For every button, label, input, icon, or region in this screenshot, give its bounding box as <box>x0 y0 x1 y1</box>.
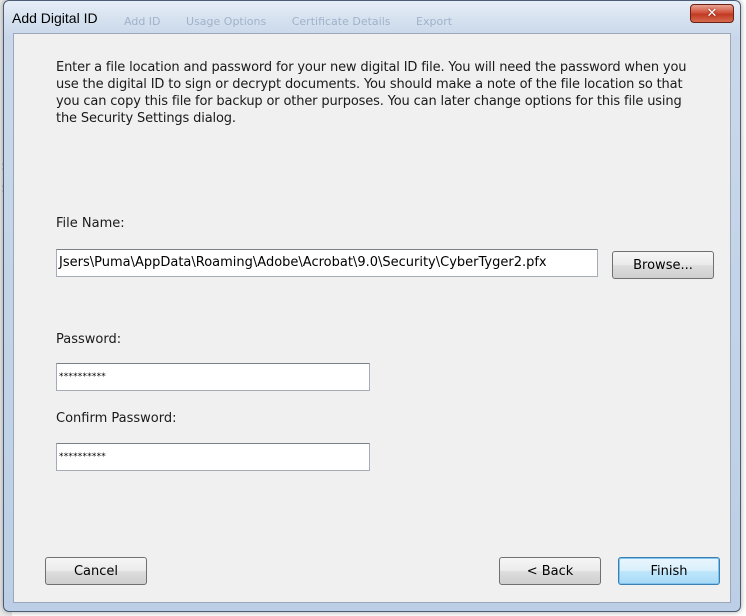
ghost-toolbar-item: Certificate Details <box>291 15 391 28</box>
finish-button[interactable]: Finish <box>618 557 720 585</box>
window-title: Add Digital ID <box>12 10 98 26</box>
file-name-label: File Name: <box>56 216 125 231</box>
cancel-button[interactable]: Cancel <box>45 557 147 585</box>
close-icon: ✕ <box>706 6 718 21</box>
ghost-toolbar-item: Add ID <box>124 15 161 28</box>
file-name-input[interactable]: Jsers\Puma\AppData\Roaming\Adobe\Acrobat… <box>56 249 598 277</box>
password-field[interactable]: ********** <box>56 363 370 391</box>
back-button[interactable]: < Back <box>499 557 601 585</box>
instruction-text: Enter a file location and password for y… <box>56 60 687 126</box>
dialog-window: Add ID Usage Options Certificate Details… <box>3 0 741 612</box>
close-button[interactable]: ✕ <box>690 4 734 23</box>
background-toolbar-ghost: Add ID Usage Options Certificate Details… <box>124 15 664 33</box>
confirm-password-field[interactable]: ********** <box>56 443 370 471</box>
ghost-toolbar-item: Usage Options <box>186 15 267 28</box>
password-label: Password: <box>56 332 122 347</box>
browse-button[interactable]: Browse... <box>612 251 714 279</box>
confirm-password-label: Confirm Password: <box>56 411 177 426</box>
ghost-toolbar-item: Export <box>416 15 453 28</box>
